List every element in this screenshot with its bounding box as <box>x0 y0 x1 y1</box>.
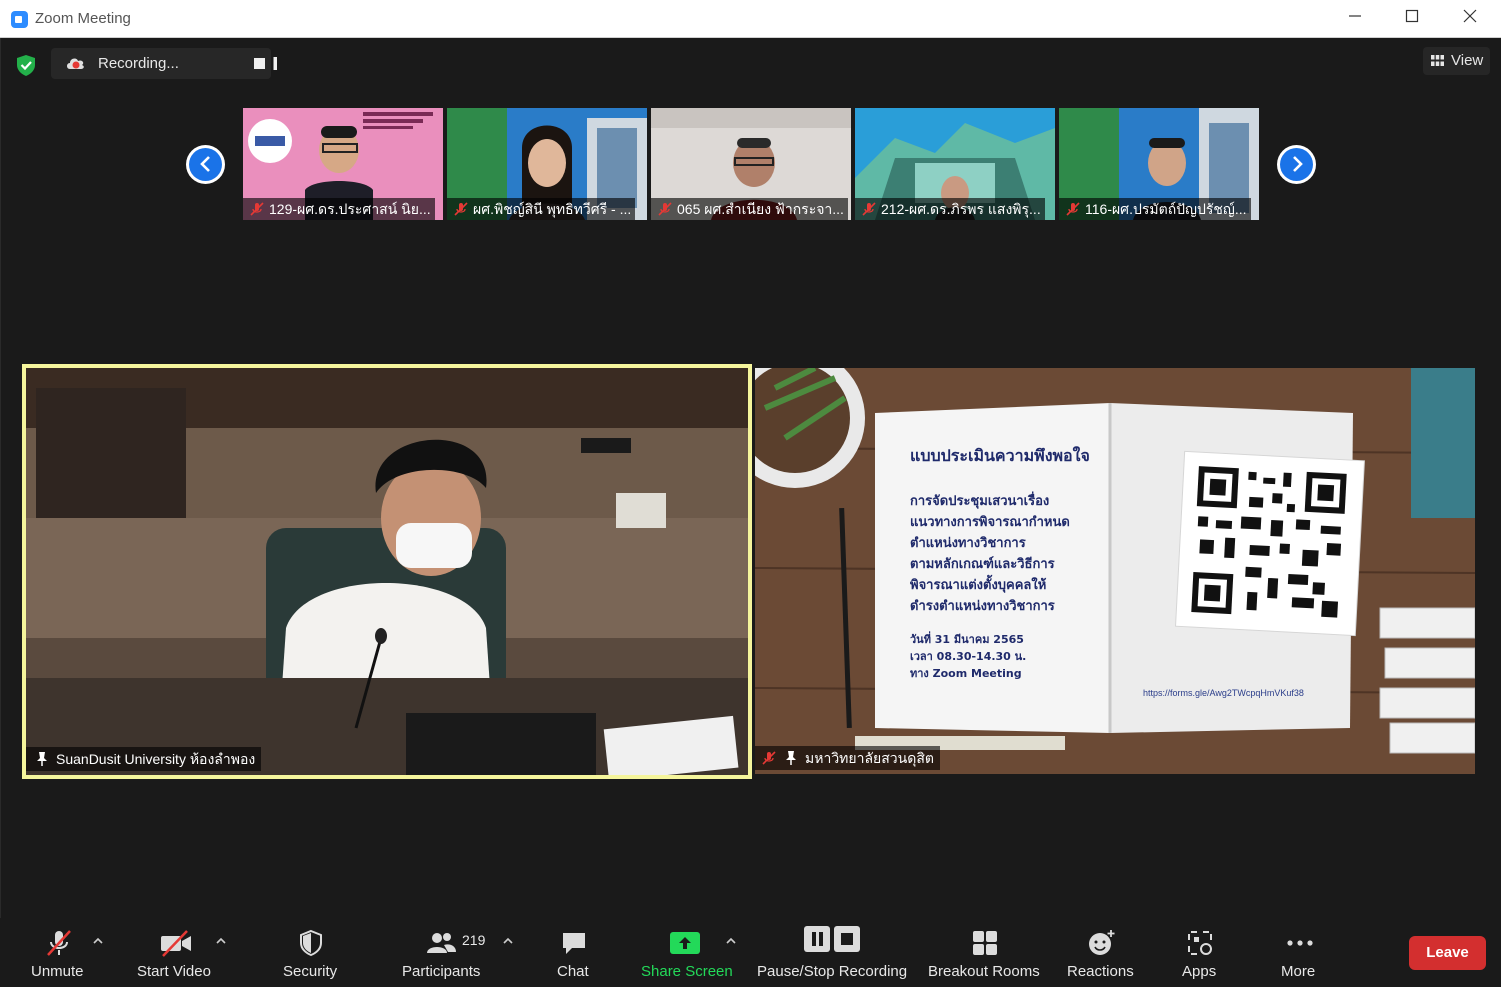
slide-date-line: วันที่ 31 มีนาคม 2565 <box>910 633 1024 646</box>
speaker-video <box>26 368 748 775</box>
pause-stop-icon <box>804 926 860 952</box>
view-button[interactable]: View <box>1423 47 1490 75</box>
slide-line: การจัดประชุมเสวนาเรื่อง <box>910 494 1050 509</box>
video-off-icon <box>161 930 191 957</box>
slide-line: ตำแหน่งทางวิชาการ <box>910 536 1026 551</box>
slide-presenter-label: มหาวิทยาลัยสวนดุสิต <box>755 746 940 770</box>
participant-name: 065 ผศ.สำเนียง ฟ้ากระจา... <box>651 198 848 220</box>
chevron-up-icon[interactable] <box>92 936 104 944</box>
chevron-left-icon <box>200 156 210 172</box>
recording-label: Recording... <box>98 55 179 72</box>
pin-icon <box>37 752 47 766</box>
apps-button[interactable]: Apps <box>1178 918 1222 987</box>
cloud-record-icon <box>67 58 84 69</box>
muted-mic-icon <box>47 930 71 956</box>
shared-slide-tile[interactable]: แบบประเมินความพึงพอใจ การจัดประชุมเสวนาเ… <box>755 368 1475 774</box>
slide-title: แบบประเมินความพึงพอใจ <box>910 446 1090 465</box>
participants-icon <box>427 933 456 953</box>
breakout-rooms-icon <box>973 931 997 955</box>
slide-content: แบบประเมินความพึงพอใจ การจัดประชุมเสวนาเ… <box>910 444 1110 682</box>
zoom-app-icon <box>11 11 28 28</box>
recording-indicator: Recording... <box>51 48 277 79</box>
chat-icon <box>563 933 585 954</box>
minimize-icon[interactable] <box>1335 6 1375 32</box>
participant-thumbnail[interactable]: 116-ผศ.ปรมัตถ์ปัญปรัชญ์... <box>1059 108 1259 220</box>
window-title: Zoom Meeting <box>35 10 131 27</box>
slide-line: แนวทางการพิจารณากำหนด <box>910 515 1070 530</box>
participants-button[interactable]: 219 Participants <box>400 918 492 987</box>
gallery-prev-button[interactable] <box>186 145 225 184</box>
participant-name: ผศ.พิชญ์สินี พุทธิทวีศรี - ... <box>447 198 636 220</box>
pause-stop-recording-button[interactable]: Pause/Stop Recording <box>754 918 912 987</box>
breakout-rooms-button[interactable]: Breakout Rooms <box>926 918 1044 987</box>
chevron-right-icon <box>1293 156 1303 172</box>
more-button[interactable]: More <box>1276 918 1324 987</box>
participant-thumbnail[interactable]: 129-ผศ.ดร.ประศาสน์ นิย... <box>243 108 443 220</box>
unmute-button[interactable]: Unmute <box>28 918 90 987</box>
muted-mic-icon <box>862 202 876 216</box>
reactions-icon <box>1089 930 1115 955</box>
participant-thumbnail[interactable]: 065 ผศ.สำเนียง ฟ้ากระจา... <box>651 108 851 220</box>
participants-count: 219 <box>462 932 486 948</box>
chevron-up-icon[interactable] <box>215 936 227 944</box>
window-titlebar: Zoom Meeting <box>0 0 1501 38</box>
participant-thumbnail[interactable]: ผศ.พิชญ์สินี พุทธิทวีศรี - ... <box>447 108 647 220</box>
view-label: View <box>1451 52 1484 69</box>
slide-line: ดำรงตำแหน่งทางวิชาการ <box>910 599 1055 614</box>
maximize-icon[interactable] <box>1392 6 1432 32</box>
muted-mic-icon <box>454 202 468 216</box>
chevron-up-icon[interactable] <box>502 936 514 944</box>
pin-icon <box>786 751 796 765</box>
reactions-button[interactable]: Reactions <box>1064 918 1136 987</box>
speaker-name-label: SuanDusit University ห้องลำพอง <box>26 747 262 771</box>
shield-icon <box>300 929 322 957</box>
participant-name: 116-ผศ.ปรมัตถ์ปัญปรัชญ์... <box>1059 198 1251 220</box>
slide-line: ตามหลักเกณฑ์และวิธีการ <box>910 557 1055 572</box>
shield-check-icon[interactable] <box>12 53 40 77</box>
more-icon <box>1287 940 1313 946</box>
muted-mic-icon <box>658 202 672 216</box>
recording-stop-area <box>248 48 271 79</box>
slide-date-line: เวลา 08.30-14.30 น. <box>910 650 1027 663</box>
muted-mic-icon <box>250 202 264 216</box>
security-button[interactable]: Security <box>280 918 342 987</box>
chevron-up-icon[interactable] <box>725 936 737 944</box>
apps-icon <box>1188 931 1212 955</box>
meeting-toolbar: Unmute Start Video Security 219 Particip… <box>0 918 1501 987</box>
muted-mic-icon <box>1066 202 1080 216</box>
grid-icon <box>1431 55 1444 66</box>
active-speaker-tile[interactable]: SuanDusit University ห้องลำพอง <box>22 364 752 779</box>
leave-button[interactable]: Leave <box>1409 936 1486 970</box>
chat-button[interactable]: Chat <box>552 918 596 987</box>
slide-link: https://forms.gle/Awg2TWcpqHmVKuf38 <box>1143 688 1304 698</box>
participant-thumbnail[interactable]: 212-ผศ.ดร.ภิรพร แสงพิรุ... <box>855 108 1055 220</box>
share-screen-button[interactable]: Share Screen <box>638 918 733 987</box>
slide-date-line: ทาง Zoom Meeting <box>910 667 1022 680</box>
gallery-next-button[interactable] <box>1277 145 1316 184</box>
slide-video <box>755 368 1475 774</box>
muted-mic-icon <box>762 751 776 765</box>
start-video-button[interactable]: Start Video <box>135 918 215 987</box>
participant-name: 212-ผศ.ดร.ภิรพร แสงพิรุ... <box>855 198 1045 220</box>
participant-name: 129-ผศ.ดร.ประศาสน์ นิย... <box>243 198 435 220</box>
stop-icon[interactable] <box>254 58 265 69</box>
slide-line: พิจารณาแต่งตั้งบุคคลให้ <box>910 578 1047 593</box>
share-screen-icon <box>670 932 700 954</box>
close-icon[interactable] <box>1450 6 1490 32</box>
